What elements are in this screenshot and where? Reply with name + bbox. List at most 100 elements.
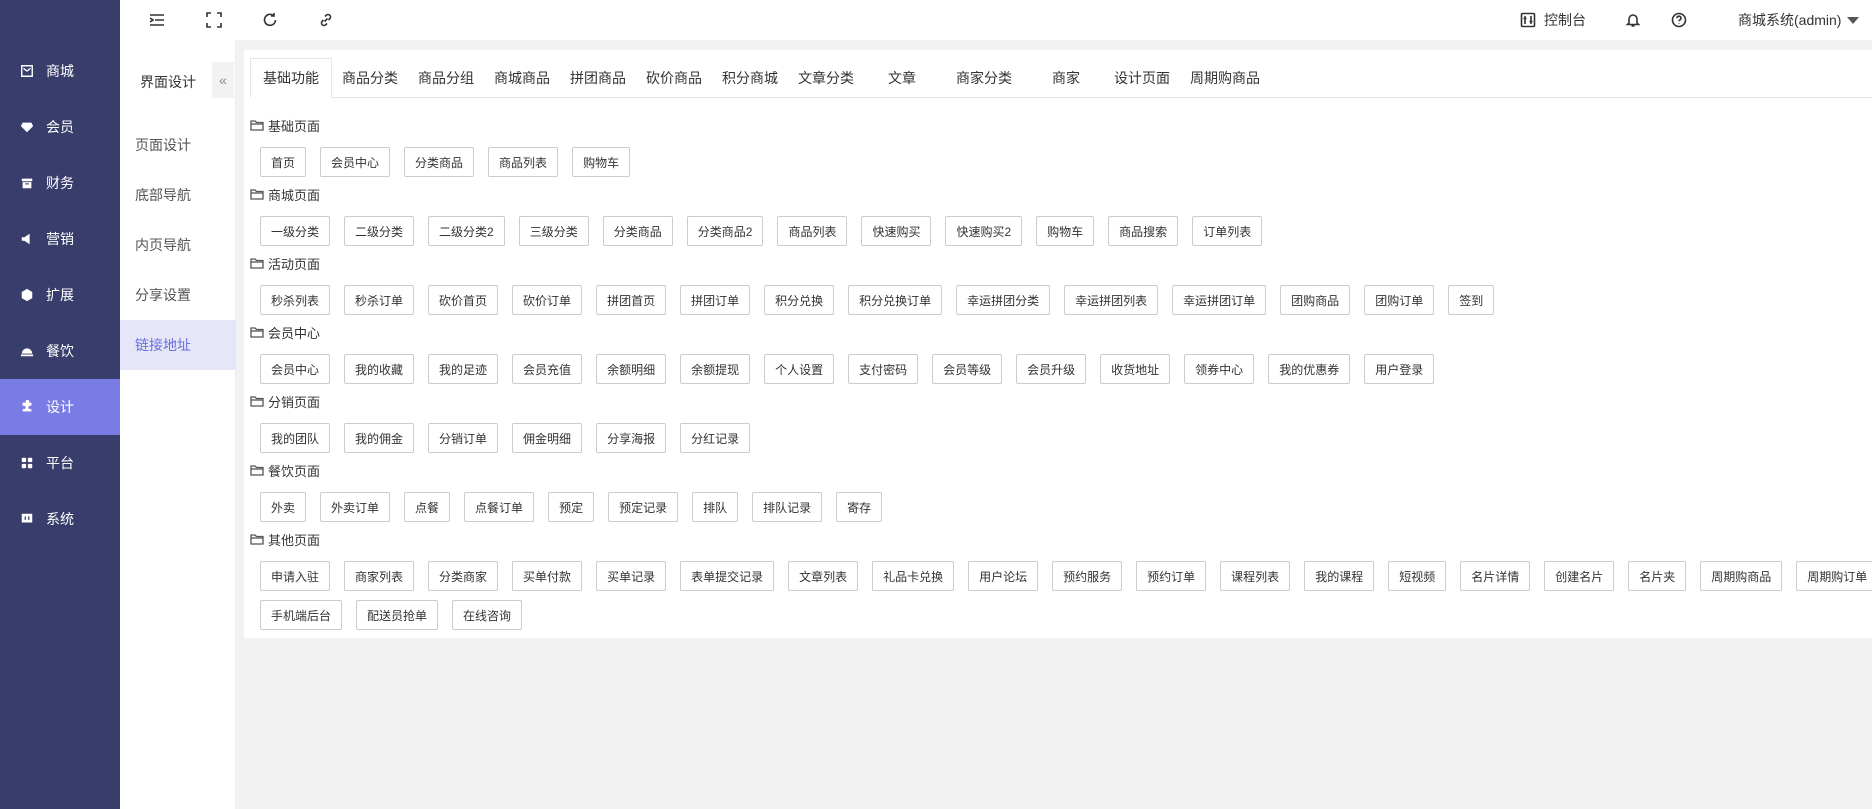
tab[interactable]: 周期购商品 [1180,58,1270,98]
link-button[interactable]: 幸运拼团订单 [1172,285,1267,315]
link-button[interactable]: 快速购买 [861,216,932,246]
main-nav-item-1[interactable]: 会员 [0,99,120,155]
link-button[interactable]: 分类商品 [404,147,475,177]
refresh-icon[interactable] [260,10,280,30]
link-button[interactable]: 拼团订单 [680,285,751,315]
sub-nav-item[interactable]: 内页导航 [120,220,236,270]
link-button[interactable]: 名片详情 [1460,561,1531,591]
notification-button[interactable] [1625,0,1641,40]
link-button[interactable]: 点餐 [404,492,451,522]
collapse-arrow-icon[interactable]: « [212,62,234,98]
link-button[interactable]: 签到 [1448,285,1495,315]
link-button[interactable]: 分享海报 [596,423,667,453]
sub-nav-item[interactable]: 底部导航 [120,170,236,220]
link-button[interactable]: 我的团队 [260,423,331,453]
link-button[interactable]: 订单列表 [1192,216,1263,246]
link-button[interactable]: 团购商品 [1280,285,1351,315]
link-button[interactable]: 首页 [260,147,307,177]
link-button[interactable]: 积分兑换 [764,285,835,315]
tab[interactable]: 设计页面 [1104,58,1180,98]
link-button[interactable]: 会员中心 [260,354,331,384]
link-button[interactable]: 余额明细 [596,354,667,384]
control-panel-link[interactable]: 控制台 [1520,0,1586,40]
link-button[interactable]: 我的收藏 [344,354,415,384]
link-button[interactable]: 外卖订单 [320,492,391,522]
account-menu[interactable]: 商城系统(admin) [1738,0,1860,40]
link-button[interactable]: 砍价订单 [512,285,583,315]
main-nav-item-0[interactable]: 商城 [0,43,120,99]
link-button[interactable]: 外卖 [260,492,307,522]
link-button[interactable]: 分类商家 [428,561,499,591]
link-button[interactable]: 预定 [548,492,595,522]
link-button[interactable]: 寄存 [836,492,883,522]
tab[interactable]: 砍价商品 [636,58,712,98]
link-button[interactable]: 我的课程 [1304,561,1375,591]
tab[interactable]: 商品分类 [332,58,408,98]
link-button[interactable]: 买单记录 [596,561,667,591]
tab[interactable]: 文章 [864,58,940,98]
link-button[interactable]: 预定记录 [608,492,679,522]
link-button[interactable]: 三级分类 [518,216,589,246]
link-button[interactable]: 佣金明细 [512,423,583,453]
link-button[interactable]: 点餐订单 [464,492,535,522]
main-nav-item-7[interactable]: 平台 [0,435,120,491]
tab[interactable]: 积分商城 [712,58,788,98]
tab[interactable]: 商家分类 [940,58,1028,98]
link-button[interactable]: 创建名片 [1544,561,1615,591]
link-button[interactable]: 我的优惠券 [1268,354,1351,384]
link-button[interactable]: 拼团首页 [596,285,667,315]
sub-nav-item[interactable]: 分享设置 [120,270,236,320]
main-nav-item-2[interactable]: 财务 [0,155,120,211]
main-nav-item-8[interactable]: 系统 [0,491,120,547]
menu-toggle-icon[interactable] [147,10,167,30]
link-button[interactable]: 分红记录 [680,423,751,453]
main-nav-item-5[interactable]: 餐饮 [0,323,120,379]
link-button[interactable]: 预约订单 [1136,561,1207,591]
link-button[interactable]: 二级分类2 [428,216,505,246]
sub-nav-item[interactable]: 页面设计 [120,120,236,170]
link-button[interactable]: 一级分类 [260,216,331,246]
link-button[interactable]: 我的佣金 [344,423,415,453]
link-button[interactable]: 商品列表 [488,147,559,177]
link-button[interactable]: 名片夹 [1628,561,1687,591]
link-button[interactable]: 排队记录 [752,492,823,522]
link-button[interactable]: 分类商品2 [686,216,764,246]
tab[interactable]: 商品分组 [408,58,484,98]
link-button[interactable]: 排队 [692,492,739,522]
sub-nav-item[interactable]: 链接地址 [120,320,236,370]
fullscreen-icon[interactable] [204,10,224,30]
link-button[interactable]: 文章列表 [788,561,859,591]
link-button[interactable]: 表单提交记录 [680,561,775,591]
tab[interactable]: 基础功能 [250,58,332,98]
link-button[interactable]: 周期购商品 [1700,561,1783,591]
link-button[interactable]: 会员升级 [1016,354,1087,384]
link-button[interactable]: 二级分类 [344,216,415,246]
link-button[interactable]: 个人设置 [764,354,835,384]
link-button[interactable]: 在线咨询 [452,600,523,630]
link-button[interactable]: 预约服务 [1052,561,1123,591]
link-button[interactable]: 配送员抢单 [356,600,439,630]
link-button[interactable]: 周期购订单 [1796,561,1872,591]
link-button[interactable]: 积分兑换订单 [848,285,943,315]
link-button[interactable]: 幸运拼团列表 [1064,285,1159,315]
link-button[interactable]: 申请入驻 [260,561,331,591]
link-icon[interactable] [316,10,336,30]
link-button[interactable]: 秒杀订单 [344,285,415,315]
main-nav-item-4[interactable]: 扩展 [0,267,120,323]
link-button[interactable]: 支付密码 [848,354,919,384]
link-button[interactable]: 分类商品 [602,216,673,246]
link-button[interactable]: 团购订单 [1364,285,1435,315]
link-button[interactable]: 用户论坛 [968,561,1039,591]
link-button[interactable]: 购物车 [1036,216,1095,246]
link-button[interactable]: 分销订单 [428,423,499,453]
tab[interactable]: 商家 [1028,58,1104,98]
link-button[interactable]: 手机端后台 [260,600,343,630]
link-button[interactable]: 余额提现 [680,354,751,384]
help-button[interactable] [1671,0,1687,40]
link-button[interactable]: 会员充值 [512,354,583,384]
link-button[interactable]: 短视频 [1388,561,1447,591]
main-nav-item-3[interactable]: 营销 [0,211,120,267]
link-button[interactable]: 会员中心 [320,147,391,177]
link-button[interactable]: 幸运拼团分类 [956,285,1051,315]
tab[interactable]: 拼团商品 [560,58,636,98]
